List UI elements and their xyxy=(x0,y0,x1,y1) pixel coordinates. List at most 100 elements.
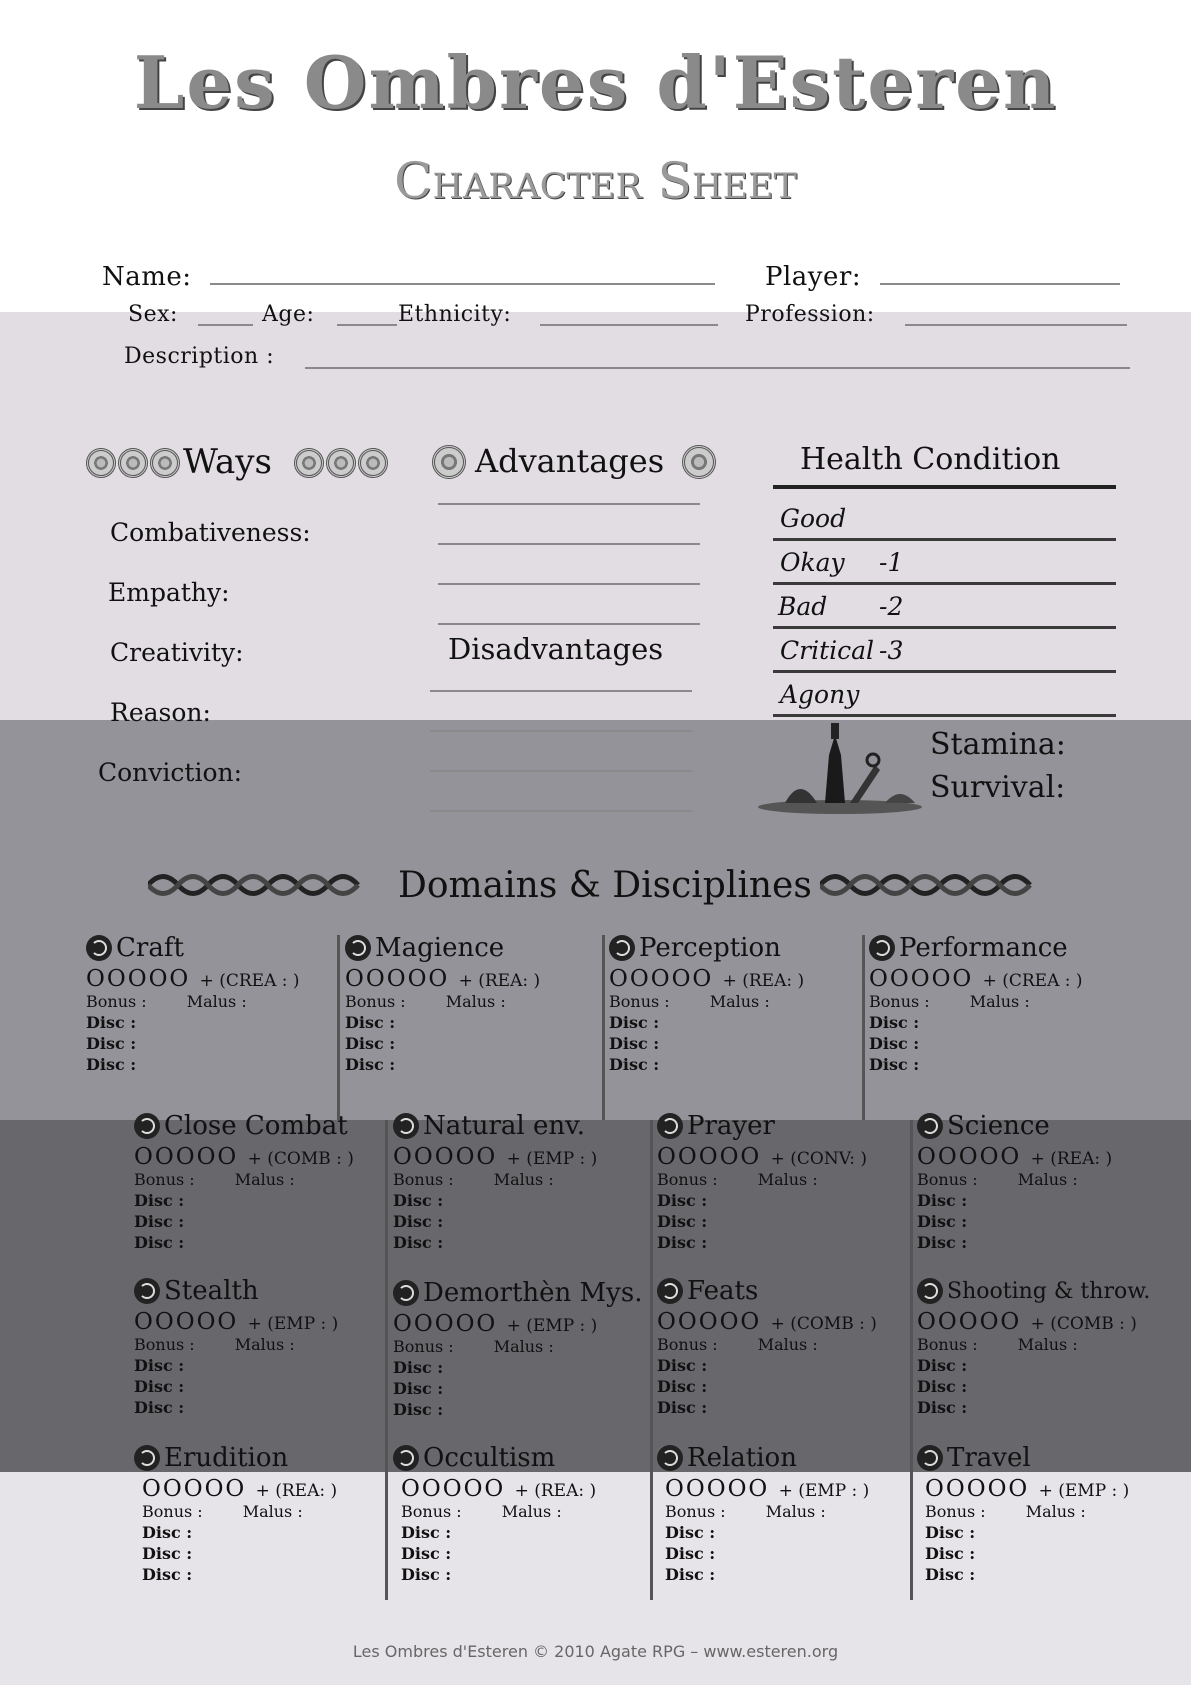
disadvantage-line-1[interactable] xyxy=(430,690,692,692)
bonus-label: Bonus : xyxy=(401,1502,462,1521)
health-row-okay[interactable]: Okay -1 xyxy=(773,540,1116,585)
level-circles[interactable]: OOOOO xyxy=(869,966,973,992)
level-circles[interactable]: OOOOO xyxy=(393,1311,497,1337)
ways-knot-right xyxy=(294,448,388,478)
malus-label: Malus : xyxy=(493,1337,554,1356)
health-row-critical[interactable]: Critical -3 xyxy=(773,628,1116,673)
domain-shooting-throw[interactable]: Shooting & throw. OOOOO + (COMB : ) Bonu… xyxy=(917,1273,1167,1419)
level-circles[interactable]: OOOOO xyxy=(917,1309,1021,1335)
triskel-icon xyxy=(134,1113,160,1139)
domain-prayer[interactable]: Prayer OOOOO + (CONV: ) Bonus : Malus : D… xyxy=(657,1108,907,1254)
disc-label: Disc : xyxy=(393,1191,444,1210)
disc-label: Disc : xyxy=(925,1544,976,1563)
profession-line[interactable] xyxy=(905,324,1127,326)
level-circles[interactable]: OOOOO xyxy=(134,1144,238,1170)
domain-demorthen-mys[interactable]: Demorthèn Mys. OOOOO + (EMP : ) Bonus : M… xyxy=(393,1275,643,1421)
disadvantage-line-3[interactable] xyxy=(430,770,692,772)
advantage-line-1[interactable] xyxy=(438,503,700,505)
domain-name: Occultism xyxy=(423,1443,556,1473)
disc-label: Disc : xyxy=(917,1398,968,1417)
profession-label: Profession: xyxy=(745,302,875,327)
domain-performance[interactable]: Performance OOOOO + (CREA : ) Bonus : Mal… xyxy=(869,930,1119,1076)
bonus-label: Bonus : xyxy=(657,1170,718,1189)
level-circles[interactable]: OOOOO xyxy=(917,1144,1021,1170)
domain-name: Magience xyxy=(375,933,505,963)
health-row-good[interactable]: Good xyxy=(773,496,1116,541)
domain-occultism[interactable]: Occultism OOOOO + (REA: ) Bonus : Malus :… xyxy=(393,1440,643,1586)
advantage-line-2[interactable] xyxy=(438,543,700,545)
advantages-knot-right xyxy=(682,445,716,479)
domain-close-combat[interactable]: Close Combat OOOOO + (COMB : ) Bonus : Ma… xyxy=(134,1108,384,1254)
disc-label: Disc : xyxy=(657,1233,708,1252)
bonus-label: Bonus : xyxy=(925,1502,986,1521)
description-line[interactable] xyxy=(305,367,1130,369)
domain-way: + (COMB : ) xyxy=(1030,1314,1137,1334)
domain-way: + (REA: ) xyxy=(514,1481,597,1501)
level-circles[interactable]: OOOOO xyxy=(345,966,449,992)
disadvantage-line-4[interactable] xyxy=(430,810,692,812)
triskel-icon xyxy=(393,1113,419,1139)
advantages-title: Advantages xyxy=(475,442,665,480)
player-line[interactable] xyxy=(880,283,1120,285)
disc-label: Disc : xyxy=(345,1055,396,1074)
disc-label: Disc : xyxy=(869,1034,920,1053)
level-circles[interactable]: OOOOO xyxy=(657,1309,761,1335)
domain-feats[interactable]: Feats OOOOO + (COMB : ) Bonus : Malus : D… xyxy=(657,1273,907,1419)
level-circles[interactable]: OOOOO xyxy=(665,1476,769,1502)
health-row-bad[interactable]: Bad -2 xyxy=(773,584,1116,629)
disc-label: Disc : xyxy=(869,1013,920,1032)
domain-travel[interactable]: Travel OOOOO + (EMP : ) Bonus : Malus : D… xyxy=(917,1440,1167,1586)
disc-label: Disc : xyxy=(657,1191,708,1210)
level-circles[interactable]: OOOOO xyxy=(86,966,190,992)
health-row-agony[interactable]: Agony xyxy=(773,672,1116,717)
disc-label: Disc : xyxy=(86,1055,137,1074)
level-circles[interactable]: OOOOO xyxy=(925,1476,1029,1502)
disc-label: Disc : xyxy=(393,1358,444,1377)
domain-science[interactable]: Science OOOOO + (REA: ) Bonus : Malus : D… xyxy=(917,1108,1167,1254)
domain-name: Performance xyxy=(899,933,1068,963)
domain-relation[interactable]: Relation OOOOO + (EMP : ) Bonus : Malus :… xyxy=(657,1440,907,1586)
disc-label: Disc : xyxy=(609,1034,660,1053)
disadvantages-title: Disadvantages xyxy=(448,632,664,666)
level-circles[interactable]: OOOOO xyxy=(657,1144,761,1170)
domain-way: + (REA: ) xyxy=(1030,1149,1113,1169)
bonus-label: Bonus : xyxy=(657,1335,718,1354)
domain-craft[interactable]: Craft OOOOO + (CREA : ) Bonus : Malus : D… xyxy=(86,930,336,1076)
level-circles[interactable]: OOOOO xyxy=(134,1309,238,1335)
advantage-line-4[interactable] xyxy=(438,623,700,625)
bonus-label: Bonus : xyxy=(609,992,670,1011)
sex-line[interactable] xyxy=(198,324,253,326)
domain-way: + (REA: ) xyxy=(722,971,805,991)
sheet-title: Character Sheet xyxy=(394,152,797,210)
domains-knot-right xyxy=(820,874,1032,896)
domain-erudition[interactable]: Erudition OOOOO + (REA: ) Bonus : Malus :… xyxy=(134,1440,384,1586)
name-line[interactable] xyxy=(210,283,715,285)
triskel-icon xyxy=(393,1445,419,1471)
domain-magience[interactable]: Magience OOOOO + (REA: ) Bonus : Malus : … xyxy=(345,930,595,1076)
domain-way: + (EMP : ) xyxy=(778,1481,870,1501)
level-circles[interactable]: OOOOO xyxy=(393,1144,497,1170)
domain-name: Erudition xyxy=(164,1443,289,1473)
disc-label: Disc : xyxy=(917,1377,968,1396)
age-line[interactable] xyxy=(337,324,397,326)
domain-perception[interactable]: Perception OOOOO + (REA: ) Bonus : Malus … xyxy=(609,930,859,1076)
disc-label: Disc : xyxy=(134,1233,185,1252)
ethnicity-line[interactable] xyxy=(540,324,718,326)
level-circles[interactable]: OOOOO xyxy=(401,1476,505,1502)
domain-natural-env[interactable]: Natural env. OOOOO + (EMP : ) Bonus : Mal… xyxy=(393,1108,643,1254)
bonus-label: Bonus : xyxy=(134,1170,195,1189)
triskel-icon xyxy=(86,935,112,961)
health-label: Good xyxy=(780,504,847,533)
disc-label: Disc : xyxy=(134,1191,185,1210)
domain-stealth[interactable]: Stealth OOOOO + (EMP : ) Bonus : Malus : … xyxy=(134,1273,384,1419)
advantage-line-3[interactable] xyxy=(438,583,700,585)
disc-label: Disc : xyxy=(142,1565,193,1584)
health-label: Critical xyxy=(780,636,875,665)
health-mod: -1 xyxy=(879,548,904,577)
level-circles[interactable]: OOOOO xyxy=(142,1476,246,1502)
column-separator xyxy=(385,1120,388,1600)
malus-label: Malus : xyxy=(1025,1502,1086,1521)
name-label: Name: xyxy=(102,262,192,292)
disadvantage-line-2[interactable] xyxy=(430,730,692,732)
level-circles[interactable]: OOOOO xyxy=(609,966,713,992)
